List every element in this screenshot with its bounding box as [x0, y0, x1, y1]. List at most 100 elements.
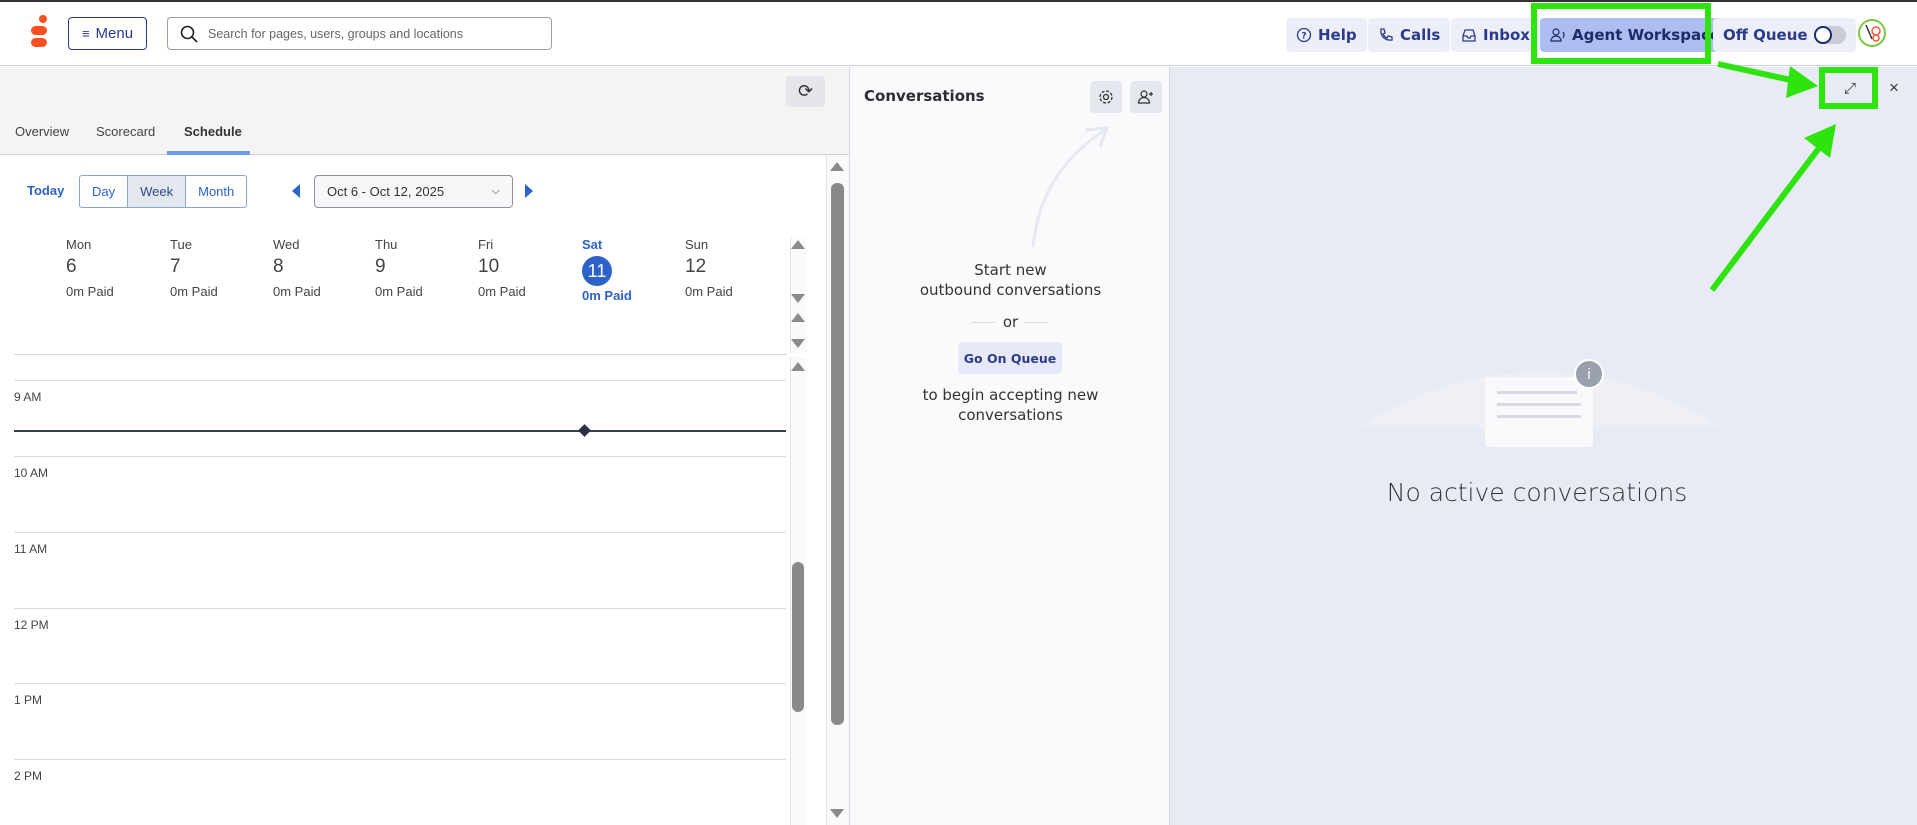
day-name: Fri	[478, 237, 494, 252]
hour-gridline	[14, 456, 786, 457]
view-week[interactable]: Week	[128, 176, 187, 207]
paid-time: 0m Paid	[66, 284, 114, 299]
or-text: or	[1002, 313, 1019, 331]
inbox-icon	[1462, 29, 1476, 42]
paid-time: 0m Paid	[685, 284, 733, 299]
curved-arrow-icon	[1031, 126, 1110, 248]
go-on-queue-button[interactable]: Go On Queue	[958, 342, 1062, 374]
or-divider-right	[1024, 322, 1048, 323]
off-queue-label: Off Queue	[1723, 26, 1808, 44]
day-number: 12	[685, 256, 707, 277]
scroll-down-icon[interactable]	[830, 809, 844, 818]
view-day[interactable]: Day	[80, 176, 129, 207]
menu-button[interactable]: ≡ Menu	[68, 17, 147, 50]
scroll-up-icon[interactable]	[791, 362, 805, 371]
day-number: 7	[170, 256, 181, 277]
highlight-box-agent-workspace	[1531, 3, 1711, 64]
accept-text-2: conversations	[958, 406, 1063, 424]
day-header-tue[interactable]: Tue 7 0m Paid	[170, 237, 260, 299]
gear-icon	[1099, 90, 1113, 104]
hour-gridline	[14, 683, 786, 684]
conversations-panel: Conversations Start new outbound convers…	[849, 67, 1170, 825]
chevron-down-icon: ⌵	[491, 185, 500, 197]
next-week-icon[interactable]	[525, 184, 533, 198]
tab-bar: ⟳ Overview Scorecard Schedule	[0, 67, 849, 155]
info-icon: i	[1574, 359, 1604, 389]
hour-label: 1 PM	[14, 693, 43, 707]
day-number: 10	[478, 256, 500, 277]
day-number: 11	[582, 256, 612, 286]
scroll-up-icon[interactable]	[830, 162, 844, 171]
date-range-dropdown[interactable]: Oct 6 - Oct 12, 2025 ⌵	[314, 175, 513, 208]
day-header-sun[interactable]: Sun 12 0m Paid	[685, 237, 775, 299]
scroll-down-icon[interactable]	[791, 294, 805, 303]
hour-label: 2 PM	[14, 769, 43, 783]
conversations-title: Conversations	[864, 87, 985, 105]
tab-scorecard[interactable]: Scorecard	[96, 124, 155, 139]
off-queue-toggle[interactable]: Off Queue	[1713, 18, 1856, 52]
hour-label: 11 AM	[14, 542, 48, 556]
no-conversations-text: No active conversations	[1386, 478, 1688, 507]
scroll-up-icon[interactable]	[791, 240, 805, 249]
calls-button[interactable]: Calls	[1368, 18, 1451, 52]
day-number: 6	[66, 256, 77, 277]
day-header-sat[interactable]: Sat 11 0m Paid	[582, 237, 672, 303]
queue-switch[interactable]	[1813, 26, 1846, 44]
inbox-label: Inbox	[1483, 26, 1530, 44]
accept-text: to begin accepting new	[922, 386, 1099, 404]
calls-label: Calls	[1400, 26, 1441, 44]
day-header-thu[interactable]: Thu 9 0m Paid	[375, 237, 465, 299]
tab-schedule[interactable]: Schedule	[184, 124, 242, 139]
search-input[interactable]: Search for pages, users, groups and loca…	[167, 17, 552, 50]
paid-time: 0m Paid	[273, 284, 321, 299]
hour-label: 12 PM	[14, 618, 49, 632]
hamburger-icon: ≡	[81, 26, 90, 41]
refresh-icon: ⟳	[797, 81, 814, 101]
schedule-panel: ⟳ Overview Scorecard Schedule Today Day …	[0, 67, 849, 825]
user-avatar[interactable]	[1858, 19, 1886, 47]
scroll-up-icon[interactable]	[791, 313, 805, 322]
start-text-2: outbound conversations	[919, 281, 1102, 299]
prev-week-icon[interactable]	[292, 184, 300, 198]
empty-card-icon	[1485, 377, 1593, 447]
svg-text:?: ?	[1301, 32, 1306, 42]
view-month[interactable]: Month	[186, 176, 246, 207]
hour-label: 9 AM	[14, 390, 42, 404]
day-name: Wed	[273, 237, 300, 252]
day-header-mon[interactable]: Mon 6 0m Paid	[66, 237, 156, 299]
hour-label: 10 AM	[14, 466, 49, 480]
tab-overview[interactable]: Overview	[15, 124, 69, 139]
day-name: Sun	[685, 237, 709, 252]
paid-time: 0m Paid	[478, 284, 526, 299]
scroll-down-icon[interactable]	[791, 339, 805, 348]
header-divider	[14, 354, 787, 355]
day-number: 9	[375, 256, 386, 277]
start-text: Start new	[974, 261, 1047, 279]
today-button[interactable]: Today	[27, 183, 64, 198]
current-time-marker	[578, 424, 591, 437]
paid-time: 0m Paid	[375, 284, 423, 299]
new-conversation-button[interactable]	[1130, 81, 1162, 113]
phone-icon	[1380, 28, 1393, 41]
hour-gridline	[14, 380, 786, 381]
genesys-logo-icon	[31, 15, 47, 47]
day-header-fri[interactable]: Fri 10 0m Paid	[478, 237, 568, 299]
day-header-wed[interactable]: Wed 8 0m Paid	[273, 237, 363, 299]
inbox-button[interactable]: Inbox	[1451, 18, 1540, 52]
day-name: Sat	[582, 237, 603, 252]
help-icon: ?	[1296, 27, 1312, 43]
date-range-label: Oct 6 - Oct 12, 2025	[327, 184, 445, 199]
active-tab-indicator	[167, 151, 250, 155]
close-icon[interactable]: ×	[1889, 78, 1899, 98]
paid-time: 0m Paid	[170, 284, 218, 299]
day-name: Mon	[66, 237, 92, 252]
search-icon	[180, 25, 198, 43]
settings-button[interactable]	[1090, 81, 1122, 113]
menu-label: Menu	[95, 25, 134, 42]
view-switcher: Day Week Month	[79, 175, 248, 208]
grid-scrollbar-thumb[interactable]	[792, 562, 804, 712]
page-scrollbar-thumb[interactable]	[831, 183, 844, 725]
highlight-box-expand	[1819, 67, 1878, 109]
help-button[interactable]: ? Help	[1286, 18, 1367, 52]
refresh-button[interactable]: ⟳	[786, 76, 825, 107]
